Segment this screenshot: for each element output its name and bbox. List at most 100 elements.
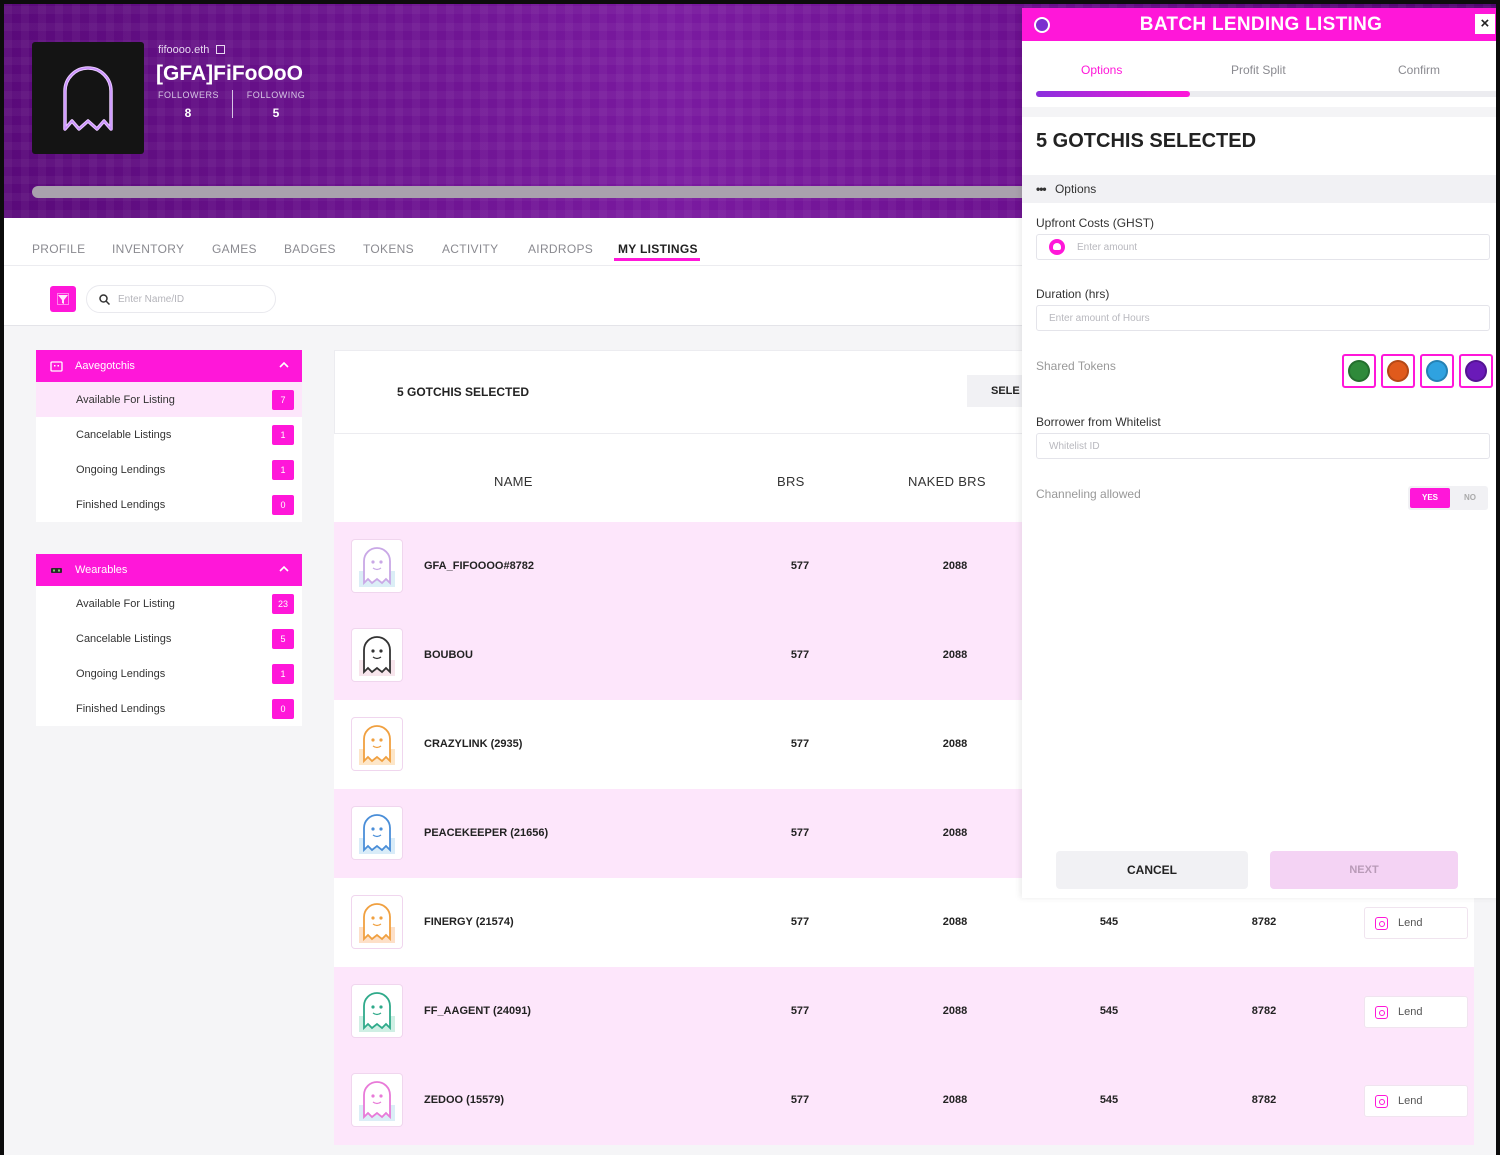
gotchi-id-value: 8782 <box>1251 1094 1277 1106</box>
gotchi-icon <box>359 992 395 1032</box>
lend-label: Lend <box>1398 1095 1423 1107</box>
column-header-naked-brs[interactable]: NAKED BRS <box>908 474 986 489</box>
chevron-up-icon[interactable] <box>278 563 290 575</box>
sidebar-item-available-for-listing[interactable]: Available For Listing 7 <box>36 382 302 417</box>
search-box[interactable] <box>86 285 276 313</box>
gotchi-eye <box>379 916 383 920</box>
brs-value: 577 <box>790 649 810 661</box>
step-progress-fill <box>1036 91 1190 97</box>
tab-badges[interactable]: BADGES <box>284 242 336 256</box>
upfront-costs-field[interactable] <box>1036 234 1490 260</box>
lend-button[interactable]: Lend <box>1364 907 1468 939</box>
gotchi-icon <box>50 360 63 372</box>
cancel-button[interactable]: CANCEL <box>1056 851 1248 889</box>
gotchi-avatar <box>352 540 402 592</box>
tab-airdrops[interactable]: AIRDROPS <box>528 242 593 256</box>
sidebar-item-cancelable-listings[interactable]: Cancelable Listings 5 <box>36 621 302 656</box>
filter-button[interactable] <box>50 286 76 312</box>
copy-icon[interactable] <box>216 45 226 54</box>
whitelist-input[interactable] <box>1049 440 1429 452</box>
gotchi-body <box>363 903 391 942</box>
gotchi-eye <box>379 560 383 564</box>
next-button[interactable]: NEXT <box>1270 851 1458 889</box>
gotchi-avatar <box>352 1074 402 1126</box>
gotchi-eye <box>371 738 375 742</box>
close-icon[interactable]: × <box>1475 14 1495 34</box>
lend-button[interactable]: Lend <box>1364 996 1468 1028</box>
ghost-icon <box>63 66 113 131</box>
step-options[interactable]: Options <box>1081 63 1122 77</box>
duration-input[interactable] <box>1049 312 1429 324</box>
column-header-brs[interactable]: BRS <box>777 474 805 489</box>
sidebar-item-finished-lendings[interactable]: Finished Lendings 0 <box>36 487 302 522</box>
sidebar-item-ongoing-lendings[interactable]: Ongoing Lendings 1 <box>36 452 302 487</box>
fomo-token-toggle[interactable] <box>1381 354 1415 388</box>
count-badge: 1 <box>272 425 294 445</box>
sidebar-item-cancelable-listings[interactable]: Cancelable Listings 1 <box>36 417 302 452</box>
gotchi-eye <box>379 738 383 742</box>
channeling-toggle[interactable]: YES NO <box>1408 486 1488 510</box>
step-confirm[interactable]: Confirm <box>1398 63 1440 77</box>
whitelist-field[interactable] <box>1036 433 1490 459</box>
options-section-label: Options <box>1054 182 1097 196</box>
sidebar-item-ongoing-lendings[interactable]: Ongoing Lendings 1 <box>36 656 302 691</box>
count-badge: 5 <box>272 629 294 649</box>
ellipsis-icon: ••• <box>1036 182 1047 196</box>
search-input[interactable] <box>118 293 258 305</box>
fud-token-toggle[interactable] <box>1342 354 1376 388</box>
app-window: fifoooo.eth [GFA]FiFoOoO FOLLOWERS 8 FOL… <box>4 4 1496 1155</box>
gotchi-body <box>363 636 391 675</box>
filter-icon <box>57 293 69 305</box>
gotchi-eye <box>371 1005 375 1009</box>
count-badge: 0 <box>272 495 294 515</box>
wearable-icon <box>51 567 62 573</box>
table-row[interactable]: FF_AAGENT (24091) 577 2088 545 8782 Lend <box>334 967 1474 1056</box>
sidebar-item-label: Ongoing Lendings <box>76 667 166 680</box>
alpha-token-toggle[interactable] <box>1420 354 1454 388</box>
lend-icon <box>1375 1094 1388 1108</box>
tab-inventory[interactable]: INVENTORY <box>112 242 184 256</box>
stat-divider <box>232 90 233 118</box>
sidebar-group-header-wearables[interactable]: Wearables <box>36 554 302 586</box>
naked-brs-value: 2088 <box>942 1094 968 1106</box>
tab-tokens[interactable]: TOKENS <box>363 242 414 256</box>
step-profit-split[interactable]: Profit Split <box>1231 63 1286 77</box>
followers-stat[interactable]: FOLLOWERS 8 <box>158 90 219 120</box>
sidebar-item-available-for-listing[interactable]: Available For Listing 23 <box>36 586 302 621</box>
sidebar-item-label: Cancelable Listings <box>76 428 172 441</box>
tab-my-listings[interactable]: MY LISTINGS <box>618 242 698 256</box>
lend-icon <box>1375 1005 1388 1019</box>
lend-button[interactable]: Lend <box>1364 1085 1468 1117</box>
alpha-token-icon <box>1426 360 1448 382</box>
following-stat[interactable]: FOLLOWING 5 <box>246 90 306 120</box>
active-tab-underline <box>614 258 700 261</box>
lend-label: Lend <box>1398 1006 1423 1018</box>
channeling-yes-option[interactable]: YES <box>1410 488 1450 508</box>
sidebar-group-wearables: Wearables Available For Listing 23 Cance… <box>36 554 302 726</box>
gotchi-name: PEACEKEEPER (21656) <box>424 827 549 839</box>
gotchi-eye <box>379 1094 383 1098</box>
gotchi-body <box>363 547 391 586</box>
channeling-no-option[interactable]: NO <box>1456 488 1484 508</box>
sidebar-item-label: Available For Listing <box>76 597 175 610</box>
table-row[interactable]: ZEDOO (15579) 577 2088 545 8782 Lend <box>334 1056 1474 1145</box>
following-count: 5 <box>272 106 280 120</box>
sidebar-item-finished-lendings[interactable]: Finished Lendings 0 <box>36 691 302 726</box>
modal-title: BATCH LENDING LISTING <box>1139 14 1383 35</box>
gotchi-avatar <box>352 985 402 1037</box>
kek-token-toggle[interactable] <box>1459 354 1493 388</box>
profile-progress-bar <box>32 186 1032 198</box>
gotchi-eye <box>371 827 375 831</box>
chevron-up-icon[interactable] <box>278 359 290 371</box>
tab-games[interactable]: GAMES <box>212 242 257 256</box>
gotchi-icon <box>359 725 395 765</box>
gotchi-icon <box>359 1081 395 1121</box>
gotchi-eye <box>379 1005 383 1009</box>
upfront-costs-input[interactable] <box>1077 241 1457 253</box>
tab-profile[interactable]: PROFILE <box>32 242 85 256</box>
sidebar-group-header-aavegotchis[interactable]: Aavegotchis <box>36 350 302 382</box>
tab-activity[interactable]: ACTIVITY <box>442 242 498 256</box>
column-header-name[interactable]: NAME <box>494 474 533 489</box>
gotchi-icon <box>359 814 395 854</box>
duration-field[interactable] <box>1036 305 1490 331</box>
